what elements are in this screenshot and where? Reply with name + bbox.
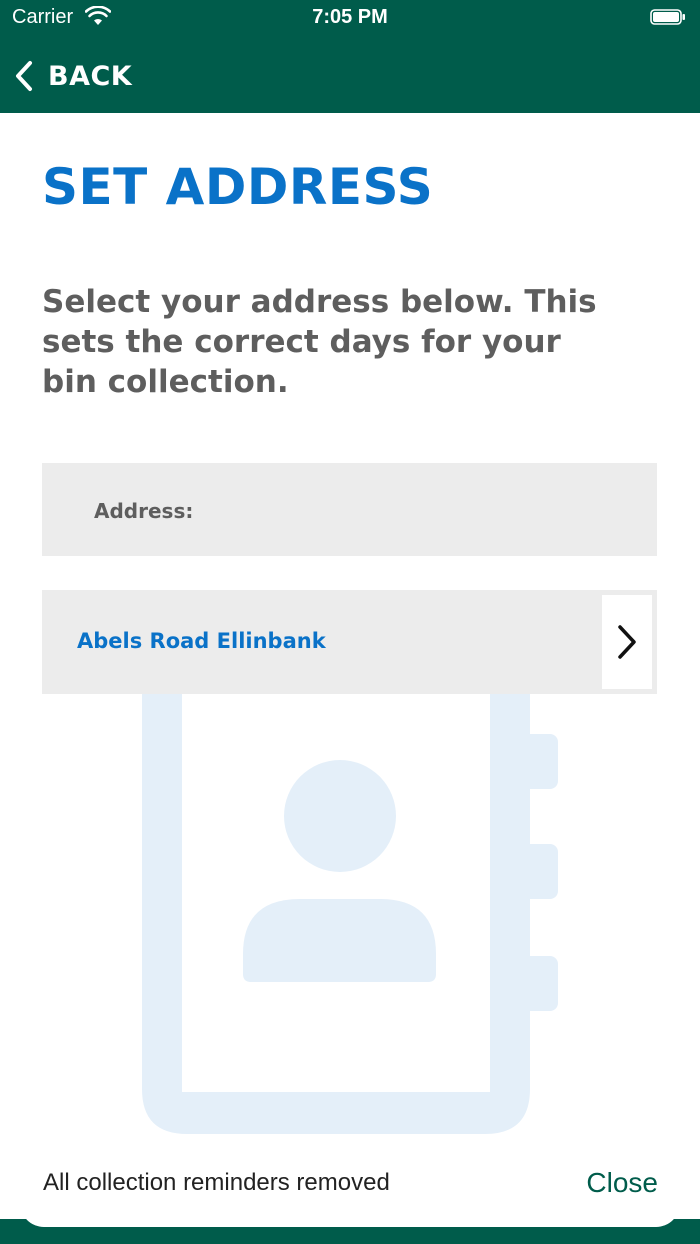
address-book-illustration — [142, 694, 558, 1134]
snackbar-close-button[interactable]: Close — [586, 1167, 658, 1199]
app-header: Carrier 7:05 PM BACK — [0, 0, 700, 113]
address-item-action[interactable] — [602, 595, 652, 689]
snackbar-message: All collection reminders removed — [43, 1169, 390, 1196]
back-button[interactable]: BACK — [14, 58, 132, 94]
chevron-left-icon — [16, 61, 32, 91]
instructions-text: Select your address below. This sets the… — [42, 284, 597, 400]
address-list-item[interactable]: Abels Road Ellinbank — [42, 590, 657, 694]
address-item-label: Abels Road Ellinbank — [77, 629, 326, 653]
page-title: SET ADDRESS — [42, 158, 434, 216]
status-time: 7:05 PM — [312, 6, 388, 28]
address-list-header: Address: — [42, 463, 657, 556]
battery-icon — [650, 9, 685, 25]
chevron-right-icon — [618, 625, 636, 659]
back-label: BACK — [48, 60, 133, 92]
address-header-label: Address: — [94, 499, 194, 523]
status-bar: Carrier 7:05 PM — [0, 0, 700, 36]
snackbar: All collection reminders removed Close — [20, 1147, 680, 1227]
